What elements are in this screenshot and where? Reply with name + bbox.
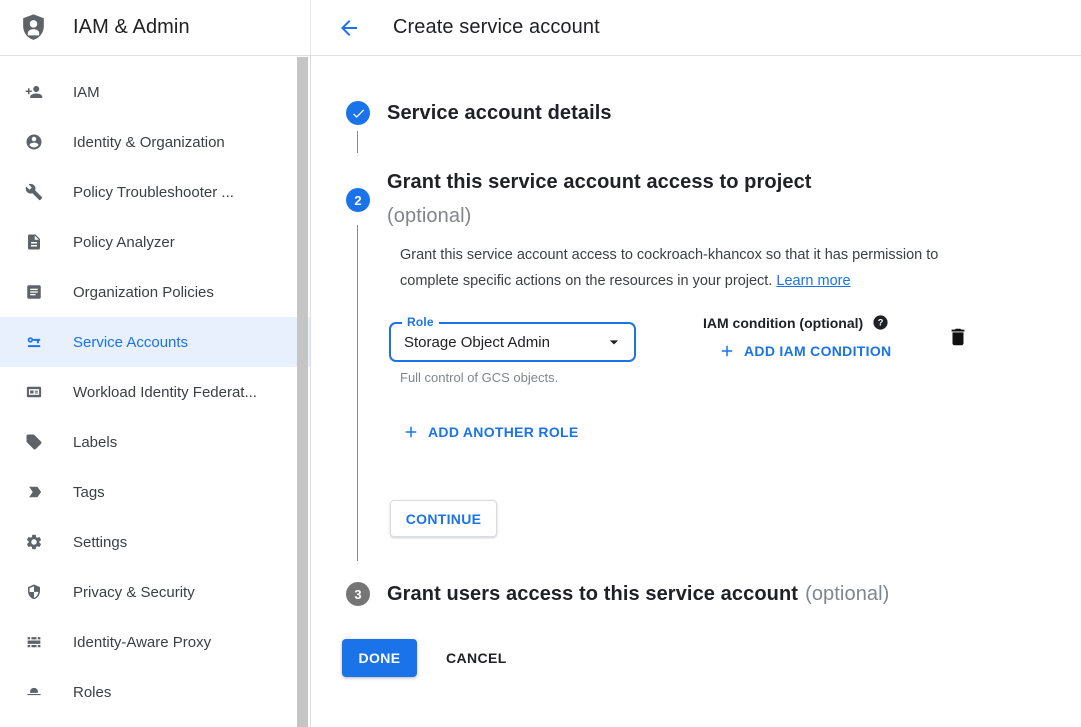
sidebar-item-service-accounts[interactable]: Service Accounts: [0, 317, 310, 367]
sidebar-item-label: Organization Policies: [73, 284, 214, 301]
account-circle-icon: [25, 133, 43, 151]
sidebar-item-label: Labels: [73, 434, 117, 451]
step2-optional-label: (optional): [387, 205, 471, 227]
sidebar-item-tags[interactable]: Tags: [0, 467, 310, 517]
gear-icon: [25, 533, 43, 551]
step3-optional-label: (optional): [805, 583, 889, 605]
sidebar-item-policy-troubleshooter[interactable]: Policy Troubleshooter ...: [0, 167, 310, 217]
step3-number-badge: 3: [346, 582, 370, 606]
sidebar-item-identity-organization[interactable]: Identity & Organization: [0, 117, 310, 167]
page-title: Create service account: [393, 16, 600, 39]
sidebar-item-label: Tags: [73, 484, 105, 501]
tags-icon: [25, 483, 43, 501]
sidebar-item-privacy-security[interactable]: Privacy & Security: [0, 567, 310, 617]
step-connector: [357, 225, 358, 561]
sidebar-item-workload-identity-federat[interactable]: Workload Identity Federat...: [0, 367, 310, 417]
step1-complete-check-icon: [346, 101, 370, 125]
role-helper-text: Full control of GCS objects.: [400, 370, 558, 385]
sidebar-item-policy-analyzer[interactable]: Policy Analyzer: [0, 217, 310, 267]
delete-role-trash-icon[interactable]: [947, 326, 969, 348]
policy-doc-icon: [25, 233, 43, 251]
wrench-icon: [25, 183, 43, 201]
step3-title: Grant users access to this service accou…: [387, 583, 798, 605]
sidebar-item-organization-policies[interactable]: Organization Policies: [0, 267, 310, 317]
person-add-icon: [25, 83, 43, 101]
add-iam-condition-button[interactable]: ADD IAM CONDITION: [718, 342, 891, 360]
step1-title: Service account details: [387, 100, 612, 126]
step2-number-badge: 2: [346, 188, 370, 212]
back-arrow-icon[interactable]: [337, 16, 361, 40]
help-icon[interactable]: ?: [872, 314, 889, 331]
sidebar-item-label: Policy Analyzer: [73, 234, 175, 251]
gcp-console-window: IAM & Admin Create service account IAM Id…: [0, 0, 1081, 727]
iam-admin-shield-icon: [18, 12, 49, 43]
role-select[interactable]: Role Storage Object Admin: [389, 322, 636, 362]
product-brand: IAM & Admin: [0, 0, 311, 55]
role-select-label: Role: [402, 315, 439, 329]
svg-text:?: ?: [878, 318, 884, 328]
sidebar-item-roles[interactable]: Roles: [0, 667, 310, 717]
cancel-button[interactable]: CANCEL: [438, 639, 515, 677]
sidebar-nav: IAM Identity & Organization Policy Trouble…: [0, 56, 311, 727]
sidebar-item-label: Settings: [73, 534, 127, 551]
role-select-value: Storage Object Admin: [404, 334, 604, 351]
service-account-icon: [25, 333, 43, 351]
sidebar-item-settings[interactable]: Settings: [0, 517, 310, 567]
sidebar-item-label: Service Accounts: [73, 334, 188, 351]
sidebar-item-label: Privacy & Security: [73, 584, 195, 601]
step-connector: [357, 131, 358, 153]
iam-condition-header: IAM condition (optional) ?: [703, 314, 889, 331]
sidebar-item-label: Workload Identity Federat...: [73, 384, 257, 401]
page-header: Create service account: [311, 0, 1081, 55]
org-policies-icon: [25, 283, 43, 301]
iam-condition-label: IAM condition (optional): [703, 315, 863, 331]
add-another-role-button[interactable]: ADD ANOTHER ROLE: [402, 423, 579, 441]
sidebar-scrollbar[interactable]: [297, 57, 308, 727]
plus-icon: [402, 423, 420, 441]
sidebar-item-identity-aware-proxy[interactable]: Identity-Aware Proxy: [0, 617, 310, 667]
done-button[interactable]: DONE: [342, 639, 417, 677]
step3-heading: Grant users access to this service accou…: [387, 581, 889, 607]
product-title: IAM & Admin: [73, 16, 190, 39]
sidebar-item-label: Policy Troubleshooter ...: [73, 184, 234, 201]
sidebar-item-labels[interactable]: Labels: [0, 417, 310, 467]
step2-title: Grant this service account access to pro…: [387, 171, 812, 193]
sidebar-item-label: IAM: [73, 84, 100, 101]
sidebar-item-label: Identity & Organization: [73, 134, 225, 151]
sidebar-item-iam[interactable]: IAM: [0, 67, 310, 117]
top-bar: IAM & Admin Create service account: [0, 0, 1081, 56]
workload-identity-icon: [25, 383, 43, 401]
chevron-down-icon: [604, 332, 624, 352]
create-service-account-panel: Service account details 2 Grant this ser…: [311, 56, 1081, 727]
step2-heading: Grant this service account access to pro…: [387, 165, 1007, 233]
step2-description: Grant this service account access to coc…: [400, 243, 990, 294]
plus-icon: [718, 342, 736, 360]
continue-button[interactable]: CONTINUE: [390, 500, 497, 537]
label-icon: [25, 433, 43, 451]
iap-icon: [25, 633, 43, 651]
roles-hat-icon: [25, 683, 43, 701]
sidebar-item-label: Roles: [73, 684, 111, 701]
sidebar-item-label: Identity-Aware Proxy: [73, 634, 211, 651]
privacy-shield-icon: [25, 583, 43, 601]
learn-more-link[interactable]: Learn more: [776, 273, 850, 289]
